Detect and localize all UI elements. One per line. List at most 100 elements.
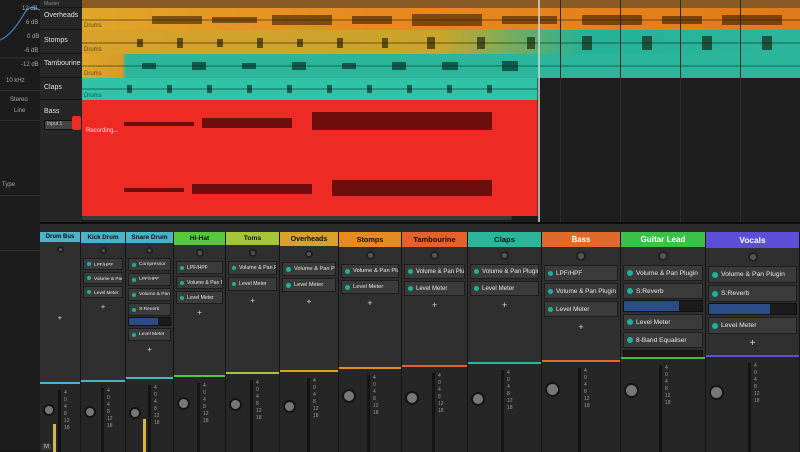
plugin-power-icon[interactable] [87, 290, 91, 294]
plugin-power-icon[interactable] [712, 290, 718, 297]
pan-knob[interactable] [576, 251, 586, 261]
plugin-slot[interactable]: Level Meter [470, 281, 539, 296]
plugin-slot[interactable]: Volume & Pan Plugin [282, 262, 336, 276]
channel-name[interactable]: Overheads [280, 232, 338, 246]
fader-track[interactable] [101, 388, 104, 452]
plugin-slot[interactable]: Level Meter [544, 301, 618, 317]
plugin-power-icon[interactable] [180, 295, 184, 300]
fader-track[interactable] [58, 390, 61, 452]
plugin-power-icon[interactable] [548, 306, 553, 312]
add-plugin-button[interactable]: + [339, 298, 401, 308]
plugin-slot[interactable]: LPF/HPF [128, 273, 171, 286]
plugin-slot[interactable]: Level Meter [83, 286, 123, 298]
plugin-power-icon[interactable] [474, 286, 479, 291]
pan-knob[interactable] [99, 247, 107, 254]
plugin-power-icon[interactable] [132, 277, 136, 282]
reverb-mix-bar[interactable] [623, 300, 703, 312]
plugin-power-icon[interactable] [408, 286, 413, 291]
plugin-slot[interactable]: Volume & Pan Plugin [341, 264, 399, 278]
plugin-power-icon[interactable] [712, 271, 718, 278]
plugin-power-icon[interactable] [627, 288, 633, 294]
plugin-power-icon[interactable] [474, 269, 479, 274]
mute-button[interactable]: M [42, 444, 51, 450]
fader-track[interactable] [148, 385, 151, 452]
plugin-slot[interactable]: Compressor [128, 258, 171, 271]
volume-knob[interactable] [177, 397, 190, 410]
plugin-power-icon[interactable] [180, 280, 184, 285]
lane-claps[interactable]: Drums [82, 78, 800, 100]
plugin-slot[interactable]: Level Meter [341, 280, 399, 294]
add-plugin-button[interactable]: + [40, 313, 80, 322]
channel-name[interactable]: Claps [468, 232, 541, 247]
plugin-slot[interactable]: Level Meter [623, 314, 703, 330]
plugin-slot[interactable]: Volume & Pan Plugin [228, 261, 277, 275]
pan-knob[interactable] [56, 246, 64, 253]
volume-knob[interactable] [545, 382, 560, 397]
reverb-mix-bar[interactable] [708, 303, 797, 315]
pan-knob[interactable] [146, 247, 153, 254]
add-plugin-button[interactable]: + [402, 300, 467, 310]
plugin-power-icon[interactable] [627, 337, 633, 343]
lane-bass[interactable]: Recording... [82, 100, 800, 216]
plugin-slot[interactable]: Volume & Pan Plugin [708, 266, 797, 283]
pan-knob[interactable] [500, 251, 509, 260]
plugin-slot[interactable]: Volume & Pan Plugin [128, 288, 171, 301]
plugin-power-icon[interactable] [180, 265, 184, 270]
volume-knob[interactable] [43, 404, 55, 416]
channel-name[interactable]: Tambourine [402, 232, 467, 247]
plugin-power-icon[interactable] [232, 266, 236, 270]
plugin-power-icon[interactable] [627, 270, 633, 276]
lane-tambourine[interactable]: Drums [82, 54, 800, 78]
channel-name[interactable]: Guitar Lead [621, 232, 705, 247]
plugin-power-icon[interactable] [132, 307, 136, 312]
volume-knob[interactable] [283, 400, 296, 413]
fader-track[interactable] [501, 370, 504, 452]
channel-name[interactable]: Kick Drum [81, 232, 125, 243]
lane-overheads[interactable]: Drums [82, 8, 800, 30]
track-header-bass[interactable]: Bass Input 1 [40, 100, 82, 220]
track-header-overheads[interactable]: Overheads [40, 8, 82, 30]
plugin-slot[interactable]: Volume & Pan Plugin [83, 272, 123, 284]
plugin-power-icon[interactable] [286, 282, 291, 288]
volume-knob[interactable] [342, 389, 356, 403]
plugin-slot[interactable]: Volume & Pan Plugin [470, 264, 539, 279]
plugin-slot[interactable]: Level Meter [228, 277, 277, 291]
volume-knob[interactable] [624, 383, 639, 398]
pan-knob[interactable] [747, 252, 758, 262]
plugin-power-icon[interactable] [345, 284, 350, 290]
plugin-power-icon[interactable] [132, 292, 136, 297]
plugin-slot[interactable]: 8-Band Equaliser [623, 332, 703, 348]
plugin-power-icon[interactable] [87, 276, 91, 280]
plugin-power-icon[interactable] [345, 268, 350, 274]
plugin-slot[interactable]: Level Meter [282, 278, 336, 292]
plugin-slot[interactable]: Level Meter [176, 291, 223, 304]
plugin-slot[interactable]: S:Reverb [623, 283, 703, 299]
add-plugin-button[interactable]: + [226, 295, 279, 305]
plugin-slot[interactable]: Volume & Pan Plugin [404, 264, 465, 279]
volume-knob[interactable] [229, 398, 242, 411]
plugin-slot[interactable]: LPF/HPF [544, 265, 618, 281]
plugin-slot[interactable]: S:Reverb [708, 285, 797, 302]
track-header-stomps[interactable]: Stomps [40, 30, 82, 54]
channel-name[interactable]: Snare Drum [126, 232, 173, 243]
panel-item[interactable]: Stereo [10, 97, 28, 103]
track-header-tambourine[interactable]: Tambourine [40, 54, 82, 78]
plugin-slot[interactable]: Level Meter [404, 281, 465, 296]
volume-knob[interactable] [84, 406, 96, 418]
add-plugin-button[interactable]: + [174, 308, 225, 317]
pan-knob[interactable] [195, 249, 204, 257]
fader-track[interactable] [432, 373, 435, 452]
fader-track[interactable] [307, 378, 310, 452]
horizontal-scrollbar[interactable] [82, 216, 512, 220]
volume-knob[interactable] [405, 391, 419, 405]
channel-name[interactable]: Vocals [706, 232, 799, 248]
channel-name[interactable]: Drum Bus [40, 232, 80, 242]
plugin-power-icon[interactable] [627, 319, 633, 325]
plugin-slot[interactable]: Level Meter [128, 328, 171, 341]
channel-name[interactable]: Hi-Hat [174, 232, 225, 245]
add-plugin-button[interactable]: + [126, 345, 173, 354]
plugin-power-icon[interactable] [548, 288, 553, 294]
pan-knob[interactable] [248, 249, 257, 257]
plugin-slot[interactable]: Volume & Pan Plugin [623, 265, 703, 281]
panel-item[interactable]: Type [2, 182, 15, 188]
